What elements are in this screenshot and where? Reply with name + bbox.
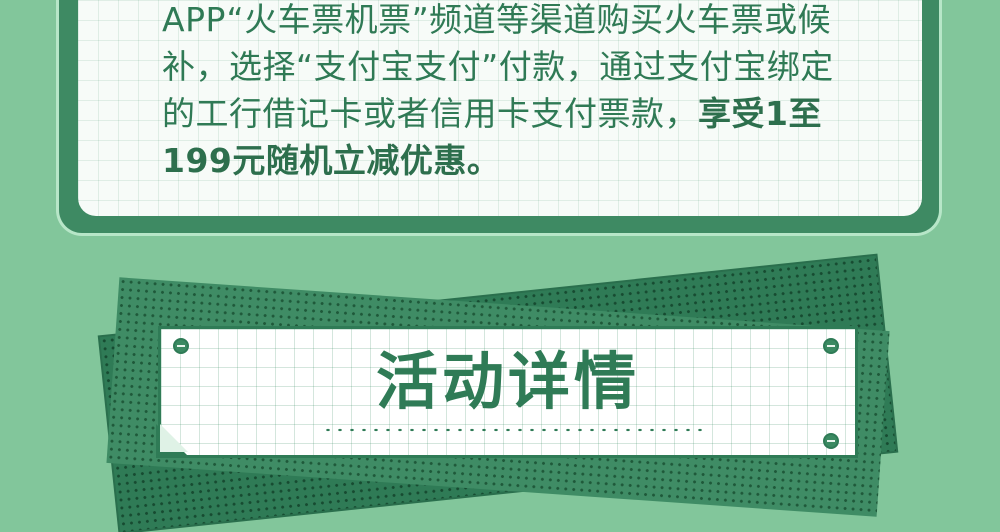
dotted-underline [322,426,702,434]
description-text: APP“火车票机票”频道等渠道购买火车票或候补，选择“支付宝支付”付款，通过支付… [162,0,852,184]
screw-icon-bottom-right [823,433,839,449]
section-title: 活动详情 [375,345,640,418]
